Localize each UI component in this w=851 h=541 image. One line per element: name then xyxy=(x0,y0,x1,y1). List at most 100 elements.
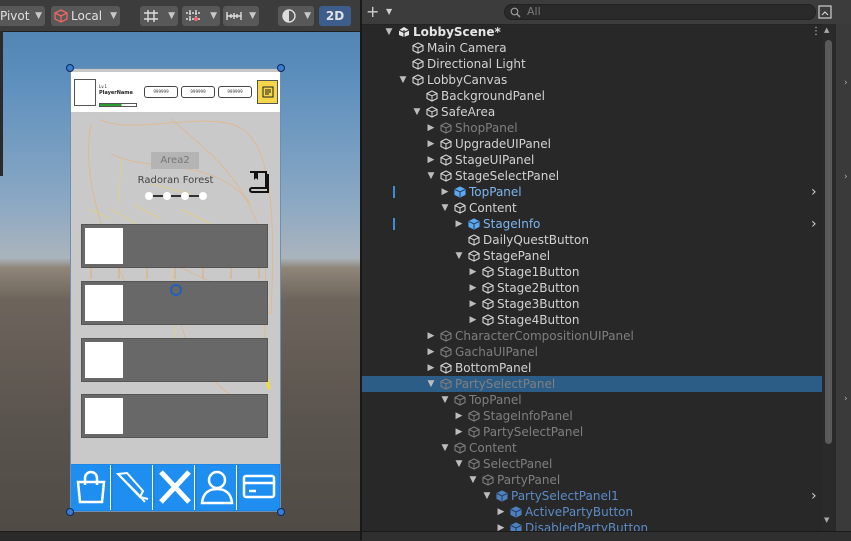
hierarchy-row[interactable]: ▶ BottomPanel xyxy=(362,360,822,376)
collapse-arrow-icon[interactable]: › xyxy=(844,394,848,404)
hierarchy-row[interactable]: ▶ ShopPanel xyxy=(362,120,822,136)
expand-arrow-open-icon[interactable]: ▼ xyxy=(426,168,436,184)
stage4-button[interactable] xyxy=(81,394,268,438)
scroll-thumb[interactable] xyxy=(825,40,832,444)
character-nav-button[interactable] xyxy=(197,465,237,510)
mode-2d-toggle[interactable]: 2D xyxy=(319,6,351,26)
add-object-button[interactable]: + ▼ xyxy=(366,3,398,21)
expand-arrow-closed-icon[interactable]: ▶ xyxy=(454,424,464,440)
hierarchy-row-label: StageInfo xyxy=(483,217,541,231)
scroll-up-icon[interactable]: ▲ xyxy=(824,26,829,34)
expand-arrow-closed-icon[interactable]: ▶ xyxy=(454,408,464,424)
expand-arrow-closed-icon[interactable]: ▶ xyxy=(426,360,436,376)
scroll-down-icon[interactable]: ▼ xyxy=(824,516,829,524)
hierarchy-row[interactable]: ▶ PartySelectPanel xyxy=(362,424,822,440)
local-dropdown[interactable]: Local ▼ xyxy=(51,6,120,26)
expand-arrow-open-icon[interactable]: ▼ xyxy=(440,440,450,456)
hierarchy-row[interactable]: ▼ PartyPanel xyxy=(362,472,822,488)
scene-visibility-icon[interactable] xyxy=(818,5,832,19)
expand-arrow-closed-icon[interactable]: ▶ xyxy=(468,280,478,296)
expand-arrow-open-icon[interactable]: ▼ xyxy=(398,72,408,88)
hierarchy-row[interactable]: ▶ ActivePartyButton xyxy=(362,504,822,520)
hierarchy-row[interactable]: Main Camera xyxy=(362,40,822,56)
expand-arrow-closed-icon[interactable]: ▶ xyxy=(468,296,478,312)
grid-snap-dropdown[interactable]: ▼ xyxy=(140,6,178,26)
hierarchy-row[interactable]: ▶ GachaUIPanel xyxy=(362,344,822,360)
expand-arrow-open-icon[interactable]: ▼ xyxy=(454,456,464,472)
open-prefab-arrow-icon[interactable]: › xyxy=(811,488,817,504)
expand-arrow-open-icon[interactable]: ▼ xyxy=(454,248,464,264)
hierarchy-row[interactable]: DailyQuestButton xyxy=(362,232,822,248)
rect-handle-top-left[interactable] xyxy=(66,64,74,72)
menu-button[interactable] xyxy=(257,80,278,104)
open-prefab-arrow-icon[interactable]: › xyxy=(811,184,817,200)
hierarchy-row[interactable]: ▶ Stage2Button xyxy=(362,280,822,296)
expand-arrow-closed-icon[interactable]: ▶ xyxy=(426,328,436,344)
expand-arrow-closed-icon[interactable]: ▶ xyxy=(426,344,436,360)
rect-handle-bottom-left[interactable] xyxy=(66,508,74,516)
hierarchy-row[interactable]: ▼ LobbyCanvas xyxy=(362,72,822,88)
hierarchy-row[interactable]: ▶ CharacterCompositionUIPanel xyxy=(362,328,822,344)
expand-arrow-closed-icon[interactable]: ▶ xyxy=(496,504,506,520)
stage1-button[interactable] xyxy=(81,224,268,268)
hierarchy-row-label: PartySelectPanel1 xyxy=(511,489,619,503)
expand-arrow-closed-icon[interactable]: ▶ xyxy=(454,216,464,232)
collapse-arrow-icon[interactable]: › xyxy=(844,78,848,88)
ruler-dropdown[interactable]: ▼ xyxy=(223,6,259,26)
hierarchy-row[interactable]: BackgroundPanel xyxy=(362,88,822,104)
pivot-dropdown[interactable]: Pivot ▼ xyxy=(0,6,45,26)
profile-image[interactable] xyxy=(74,79,96,106)
hierarchy-row[interactable]: ▶ StageUIPanel xyxy=(362,152,822,168)
card-nav-button[interactable] xyxy=(239,465,279,510)
hierarchy-row[interactable]: ▶ StageInfoPanel xyxy=(362,408,822,424)
stage3-button[interactable] xyxy=(81,338,268,382)
hierarchy-row[interactable]: ▶ Stage3Button xyxy=(362,296,822,312)
collapse-arrow-icon[interactable]: › xyxy=(844,172,848,182)
scene-view[interactable]: Pivot ▼ Local ▼ ▼ ▼ ▼ ▼ 2D Lv.1 PlayerNam xyxy=(0,0,360,540)
expand-arrow-closed-icon[interactable]: ▶ xyxy=(426,136,436,152)
rect-handle-top-right[interactable] xyxy=(277,64,285,72)
hierarchy-row[interactable]: ▼ Content xyxy=(362,200,822,216)
hierarchy-row-label: CharacterCompositionUIPanel xyxy=(455,329,634,343)
expand-arrow-open-icon[interactable]: ▼ xyxy=(384,24,394,40)
expand-arrow-open-icon[interactable]: ▼ xyxy=(426,376,436,392)
hierarchy-row[interactable]: ▶ Stage4Button xyxy=(362,312,822,328)
daily-quest-book-icon[interactable] xyxy=(247,169,271,196)
hierarchy-scrollbar[interactable]: ▲ ▼ xyxy=(822,24,834,534)
battle-nav-button[interactable] xyxy=(155,465,195,510)
pivot-center-handle[interactable] xyxy=(170,284,182,296)
hierarchy-search-field[interactable]: All xyxy=(504,4,816,20)
game-top-panel: Lv.1 PlayerName 999999 999999 999999 xyxy=(71,72,280,112)
expand-arrow-open-icon[interactable]: ▼ xyxy=(482,488,492,504)
hierarchy-row[interactable]: ▼ PartySelectPanel1 › xyxy=(362,488,822,504)
hierarchy-row[interactable]: ▼ StagePanel xyxy=(362,248,822,264)
hierarchy-row[interactable]: ▶ Stage1Button xyxy=(362,264,822,280)
hierarchy-row[interactable]: ▼ SelectPanel xyxy=(362,456,822,472)
expand-arrow-closed-icon[interactable]: ▶ xyxy=(426,120,436,136)
increment-snap-dropdown[interactable]: ▼ xyxy=(182,6,220,26)
expand-arrow-closed-icon[interactable]: ▶ xyxy=(468,312,478,328)
expand-arrow-closed-icon[interactable]: ▶ xyxy=(468,264,478,280)
expand-arrow-open-icon[interactable]: ▼ xyxy=(412,104,422,120)
shop-nav-button[interactable] xyxy=(71,465,111,510)
hierarchy-row[interactable]: ▶ TopPanel › xyxy=(362,184,822,200)
hierarchy-row[interactable]: ▼ LobbyScene* ⋮ xyxy=(362,24,822,40)
hierarchy-row[interactable]: ▼ SafeArea xyxy=(362,104,822,120)
more-options-icon[interactable]: ⋮ xyxy=(811,24,821,40)
hierarchy-row[interactable]: ▶ UpgradeUIPanel xyxy=(362,136,822,152)
hierarchy-row[interactable]: ▼ TopPanel xyxy=(362,392,822,408)
expand-arrow-open-icon[interactable]: ▼ xyxy=(468,472,478,488)
hierarchy-row[interactable]: ▼ StageSelectPanel xyxy=(362,168,822,184)
expand-arrow-open-icon[interactable]: ▼ xyxy=(440,392,450,408)
hierarchy-row[interactable]: ▼ PartySelectPanel xyxy=(362,376,822,392)
expand-arrow-open-icon[interactable]: ▼ xyxy=(440,200,450,216)
hierarchy-row[interactable]: ▼ Content xyxy=(362,440,822,456)
hierarchy-row[interactable]: ▶ StageInfo › xyxy=(362,216,822,232)
rect-handle-bottom-right[interactable] xyxy=(277,508,285,516)
open-prefab-arrow-icon[interactable]: › xyxy=(811,216,817,232)
shading-dropdown[interactable]: ▼ xyxy=(278,6,314,26)
hierarchy-row[interactable]: Directional Light xyxy=(362,56,822,72)
gacha-nav-button[interactable] xyxy=(113,465,153,510)
expand-arrow-closed-icon[interactable]: ▶ xyxy=(440,184,450,200)
expand-arrow-closed-icon[interactable]: ▶ xyxy=(426,152,436,168)
